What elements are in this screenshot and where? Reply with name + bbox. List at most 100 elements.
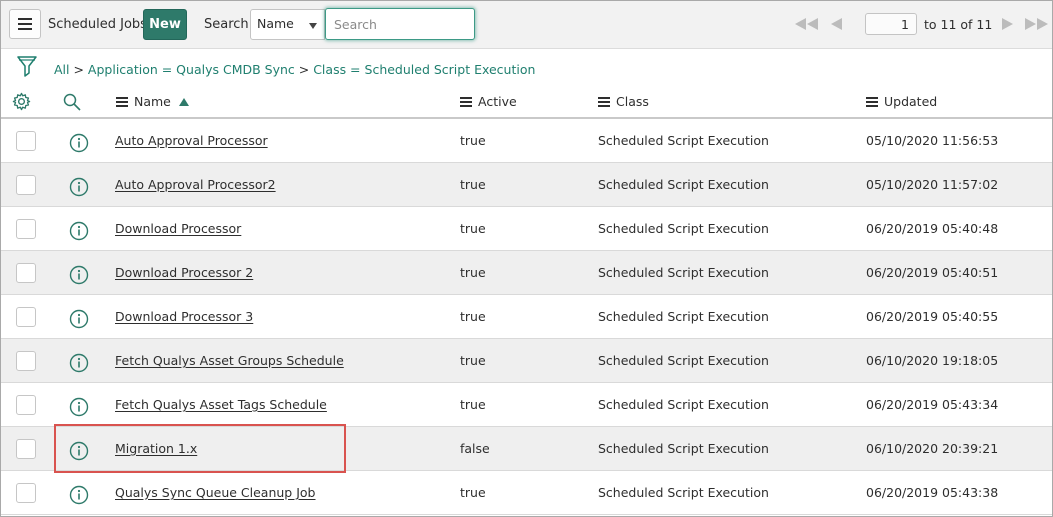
page-summary: to 11 of 11 (924, 17, 993, 32)
info-icon (69, 441, 89, 461)
row-info-button[interactable] (69, 485, 89, 508)
row-checkbox[interactable] (16, 175, 36, 195)
breadcrumb-item[interactable]: Class = Scheduled Script Execution (313, 62, 535, 77)
search-icon (63, 93, 81, 111)
breadcrumb: All > Application = Qualys CMDB Sync > C… (54, 62, 535, 77)
row-checkbox[interactable] (16, 219, 36, 239)
column-header-label: Updated (884, 94, 938, 109)
column-menu-icon (116, 96, 128, 107)
row-checkbox[interactable] (16, 351, 36, 371)
search-field-select[interactable]: Name (250, 9, 325, 40)
search-field-value: Name (257, 16, 294, 31)
row-active: true (460, 265, 486, 280)
row-name-link[interactable]: Qualys Sync Queue Cleanup Job (115, 485, 316, 500)
column-menu-icon (598, 96, 610, 107)
column-menu-icon (866, 96, 878, 107)
row-class: Scheduled Script Execution (598, 177, 769, 192)
row-name-link[interactable]: Download Processor 2 (115, 265, 253, 280)
row-name-link[interactable]: Download Processor 3 (115, 309, 253, 324)
row-checkbox[interactable] (16, 307, 36, 327)
next-page-button[interactable] (1001, 13, 1013, 35)
info-icon (69, 177, 89, 197)
list-title: Scheduled Jobs (48, 17, 147, 32)
row-checkbox[interactable] (16, 263, 36, 283)
column-header-row: Name Active Class Updated (1, 85, 1052, 119)
row-name-link[interactable]: Auto Approval Processor (115, 133, 268, 148)
row-name-link[interactable]: Migration 1.x (115, 441, 197, 456)
last-page-icon (1025, 18, 1048, 30)
breadcrumb-separator: > (69, 62, 88, 77)
row-class: Scheduled Script Execution (598, 485, 769, 500)
page-number-input[interactable] (865, 13, 917, 35)
breadcrumb-separator: > (294, 62, 314, 77)
row-active: true (460, 309, 486, 324)
row-checkbox[interactable] (16, 483, 36, 503)
row-name-link[interactable]: Auto Approval Processor2 (115, 177, 276, 192)
row-class: Scheduled Script Execution (598, 265, 769, 280)
column-header-active[interactable]: Active (460, 94, 517, 109)
info-icon (69, 309, 89, 329)
table-row: Migration 1.x false Scheduled Script Execu… (1, 427, 1052, 471)
row-class: Scheduled Script Execution (598, 397, 769, 412)
search-input[interactable] (325, 8, 475, 40)
list-header: Scheduled Jobs New Search Name to 11 of … (1, 1, 1052, 49)
list-view: Scheduled Jobs New Search Name to 11 of … (0, 0, 1053, 517)
info-icon (69, 221, 89, 241)
first-page-button[interactable] (795, 13, 821, 35)
row-updated: 06/20/2019 05:40:48 (866, 221, 999, 236)
row-checkbox[interactable] (16, 131, 36, 151)
row-active: true (460, 221, 486, 236)
row-info-button[interactable] (69, 397, 89, 420)
row-updated: 06/20/2019 05:43:38 (866, 485, 999, 500)
table-row: Auto Approval Processor true Scheduled Scr… (1, 119, 1052, 163)
filter-toggle[interactable] (17, 56, 37, 81)
row-info-button[interactable] (69, 221, 89, 244)
row-checkbox[interactable] (16, 439, 36, 459)
row-name-link[interactable]: Download Processor (115, 221, 241, 236)
row-checkbox[interactable] (16, 395, 36, 415)
new-button[interactable]: New (143, 9, 187, 40)
table-body: Auto Approval Processor true Scheduled Scr… (1, 119, 1052, 515)
row-info-button[interactable] (69, 177, 89, 200)
row-active: false (460, 441, 490, 456)
search-label: Search (204, 17, 249, 32)
info-icon (69, 353, 89, 373)
last-page-button[interactable] (1025, 13, 1051, 35)
row-info-button[interactable] (69, 309, 89, 332)
row-active: true (460, 133, 486, 148)
row-class: Scheduled Script Execution (598, 309, 769, 324)
row-updated: 05/10/2020 11:56:53 (866, 133, 999, 148)
row-class: Scheduled Script Execution (598, 441, 769, 456)
row-info-button[interactable] (69, 265, 89, 288)
info-icon (69, 133, 89, 153)
table-row: Download Processor 3 true Scheduled Script… (1, 295, 1052, 339)
previous-page-button[interactable] (831, 13, 843, 35)
personalize-list-button[interactable] (12, 92, 31, 114)
row-updated: 05/10/2020 11:57:02 (866, 177, 999, 192)
previous-page-icon (831, 18, 842, 30)
row-info-button[interactable] (69, 441, 89, 464)
row-active: true (460, 485, 486, 500)
row-active: true (460, 353, 486, 368)
row-name-link[interactable]: Fetch Qualys Asset Tags Schedule (115, 397, 327, 412)
row-info-button[interactable] (69, 133, 89, 156)
column-header-name[interactable]: Name (116, 94, 189, 109)
chevron-down-icon (309, 23, 317, 29)
row-class: Scheduled Script Execution (598, 353, 769, 368)
column-header-updated[interactable]: Updated (866, 94, 937, 109)
column-header-label: Class (616, 94, 649, 109)
column-search-button[interactable] (63, 93, 81, 114)
info-icon (69, 397, 89, 417)
row-active: true (460, 177, 486, 192)
breadcrumb-item[interactable]: All (54, 62, 70, 77)
row-updated: 06/20/2019 05:40:51 (866, 265, 999, 280)
column-header-class[interactable]: Class (598, 94, 649, 109)
row-name-link[interactable]: Fetch Qualys Asset Groups Schedule (115, 353, 344, 368)
row-info-button[interactable] (69, 353, 89, 376)
filter-icon (17, 56, 37, 77)
row-active: true (460, 397, 486, 412)
next-page-icon (1002, 18, 1013, 30)
breadcrumb-item[interactable]: Application = Qualys CMDB Sync (88, 62, 295, 77)
table-row: Qualys Sync Queue Cleanup Job true Schedul… (1, 471, 1052, 515)
list-menu-button[interactable] (9, 9, 41, 39)
